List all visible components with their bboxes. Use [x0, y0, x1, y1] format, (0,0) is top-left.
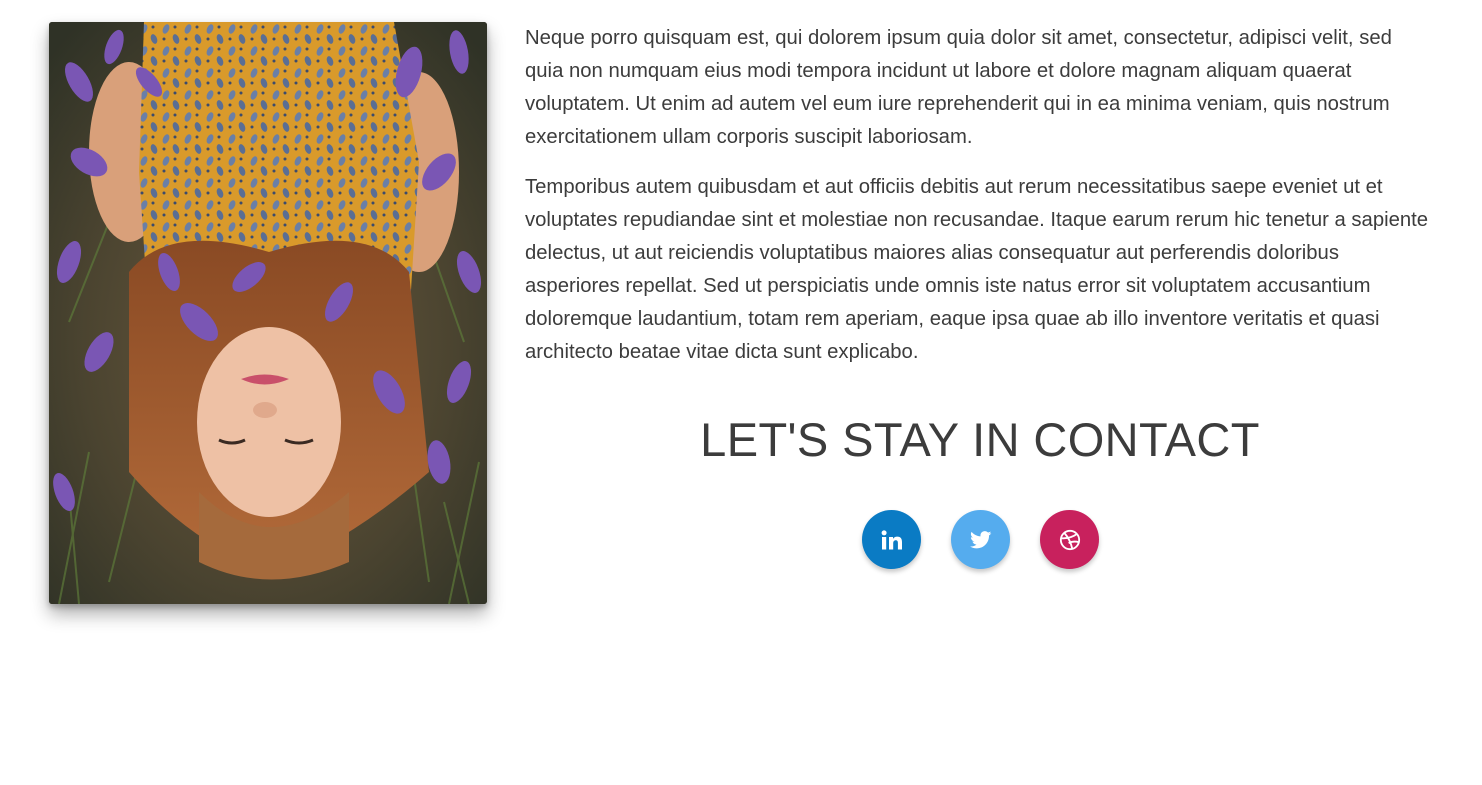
social-links	[862, 510, 1099, 569]
page: Neque porro quisquam est, qui dolorem ip…	[0, 0, 1482, 785]
dribbble-icon	[1059, 529, 1081, 551]
dribbble-button[interactable]	[1040, 510, 1099, 569]
twitter-icon	[969, 530, 992, 549]
about-text: Neque porro quisquam est, qui dolorem ip…	[525, 22, 1435, 386]
woman-in-lavender-field-photo	[49, 22, 487, 604]
twitter-button[interactable]	[951, 510, 1010, 569]
linkedin-icon	[881, 529, 903, 550]
about-paragraph-1: Neque porro quisquam est, qui dolorem ip…	[525, 27, 1392, 148]
profile-photo	[49, 22, 487, 604]
linkedin-button[interactable]	[862, 510, 921, 569]
about-paragraph-2: Temporibus autem quibusdam et aut offici…	[525, 176, 1429, 363]
contact-heading: LET'S STAY IN CONTACT	[700, 413, 1260, 466]
